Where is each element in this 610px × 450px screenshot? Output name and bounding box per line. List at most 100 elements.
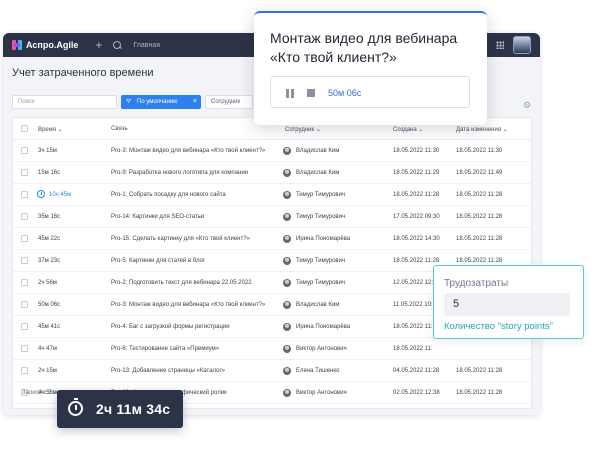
filter-chip-default[interactable]: ⛛ По умолчанию × (121, 95, 201, 109)
row-link[interactable]: Pro-14: Картинки для SEO-статьи (111, 214, 204, 220)
employee-avatar (283, 147, 291, 155)
column-time[interactable]: Время ⌄ (38, 126, 63, 133)
logo-text: Аспро.Agile (26, 40, 79, 50)
row-time: 45м 41с (38, 324, 61, 330)
select-all-checkbox[interactable] (21, 125, 28, 132)
row-link[interactable]: Pro-1: Собрать посадку для нового сайта (111, 192, 226, 198)
filter-chip-label: По умолчанию (137, 99, 178, 105)
column-changed[interactable]: Дата изменения ⌄ (456, 126, 508, 133)
row-checkbox[interactable] (21, 147, 28, 154)
row-created: 18.05.2022 11:28 (393, 192, 440, 198)
total-timer-badge: 2ч 11м 34с (57, 390, 183, 428)
search-icon[interactable] (113, 40, 122, 50)
row-time: 10ч 45м (49, 192, 72, 198)
table-row[interactable]: 35м 16с Pro-14: Картинки для SEO-статьи Ти… (13, 206, 531, 228)
row-created: 18.05.2022 11: (393, 346, 433, 352)
row-link[interactable]: Pro-4: Баг с загрузкой формы регистрации (111, 324, 230, 330)
task-timer-card: Монтаж видео для вебинара «Кто твой клие… (254, 11, 487, 125)
timer-icon[interactable] (37, 190, 45, 198)
row-created: 04.05.2022 11:28 (393, 368, 440, 374)
task-title: Монтаж видео для вебинара «Кто твой клие… (270, 30, 458, 65)
row-time: 3ч 15м (38, 148, 57, 154)
row-link[interactable]: Pro-3: Монтаж видео для вебинара «Кто тв… (111, 148, 265, 154)
row-link[interactable]: Pro-2: Подготовить текст для вебинара 22… (111, 280, 252, 286)
row-link[interactable]: Pro-15: Сделать картинку для «Кто твой к… (111, 236, 250, 242)
row-time: 4ч 47м (38, 346, 57, 352)
employee-avatar (283, 279, 291, 287)
row-link[interactable]: Pro-3: Монтаж видео для вебинара «Кто тв… (111, 302, 265, 308)
table-row[interactable]: 4ч 47м Pro-6: Тестирование сайта «Премиум… (13, 338, 531, 360)
table-row[interactable]: 3ч 15м Pro-3: Монтаж видео для вебинара «… (13, 140, 531, 162)
employee-avatar (283, 191, 291, 199)
row-employee: Тимур Тимурович (296, 192, 346, 198)
page-title: Учет затраченного времени (12, 67, 154, 79)
row-link[interactable]: Pro-6: Тестирование сайта «Премиум» (111, 346, 219, 352)
employee-avatar (283, 389, 291, 397)
filter-icon: ⛛ (126, 99, 132, 105)
row-employee: Владислав Ким (296, 148, 340, 154)
row-created: 17.05.2022 09:30 (393, 214, 440, 220)
row-employee: Владислав Ким (296, 302, 340, 308)
table-row[interactable]: 45м 22с Pro-15: Сделать картинку для «Кто… (13, 228, 531, 250)
row-checkbox[interactable] (21, 235, 28, 242)
table-row[interactable]: 15м 16с Pro-9: Разработка нового логотипа… (13, 162, 531, 184)
column-created[interactable]: Создана ⌄ (393, 126, 423, 133)
row-checkbox[interactable] (21, 301, 28, 308)
employee-avatar (283, 213, 291, 221)
employee-avatar (283, 235, 291, 243)
row-employee: Виктор Антонович (296, 390, 347, 396)
row-checkbox[interactable] (21, 213, 28, 220)
row-link[interactable]: Pro-13: Добавление страницы «Каталог» (111, 368, 225, 374)
row-checkbox[interactable] (21, 169, 28, 176)
pause-icon[interactable] (286, 89, 294, 98)
employee-avatar (283, 367, 291, 375)
row-checkbox[interactable] (21, 257, 28, 264)
timer-control: 50м 06с (270, 76, 470, 108)
row-employee: Ирина Пономарёва (296, 324, 351, 330)
points-label: Трудозатраты (444, 278, 509, 289)
row-changed: 18.05.2022 11:28 (456, 214, 503, 220)
table-row[interactable]: 2ч 15м Pro-13: Добавление страницы «Катал… (13, 360, 531, 382)
filter-employee[interactable]: Сотрудник (205, 95, 253, 109)
row-time: 15м 16с (38, 170, 61, 176)
row-created: 18.05.2022 11:30 (393, 148, 440, 154)
pagination-info: Записи с 1 по (22, 390, 60, 396)
timer-value: 50м 06с (328, 88, 362, 98)
row-changed: 18.05.2022 11:28 (456, 258, 503, 264)
total-timer-value: 2ч 11м 34с (96, 401, 171, 417)
row-employee: Тимур Тимурович (296, 280, 346, 286)
column-employee[interactable]: Сотрудник ⌄ (285, 126, 321, 133)
row-checkbox[interactable] (21, 191, 28, 198)
table-row[interactable]: 10ч 45м Pro-1: Собрать посадку для нового… (13, 184, 531, 206)
row-changed: 18.05.2022 11:28 (456, 368, 503, 374)
row-link[interactable]: Pro-5: Картинки для статей в блог (111, 258, 205, 264)
row-checkbox[interactable] (21, 323, 28, 330)
stop-icon[interactable] (307, 89, 315, 97)
row-created: 11.05.2022 10: (393, 302, 433, 308)
user-avatar[interactable] (513, 36, 531, 54)
row-checkbox[interactable] (21, 367, 28, 374)
row-employee: Тимур Тимурович (296, 258, 346, 264)
search-input[interactable]: Поиск (12, 95, 117, 109)
time-table: Время ⌄ Связь Сотрудник ⌄ Создана ⌄ Дата… (12, 117, 532, 409)
row-time: 45м 22с (38, 236, 61, 242)
employee-avatar (283, 169, 291, 177)
row-link[interactable]: Pro-9: Разработка нового логотипа для ко… (111, 170, 248, 176)
nav-home-link[interactable]: Главная (133, 42, 160, 49)
row-employee: Елена Тишенко (296, 368, 340, 374)
close-icon[interactable]: × (193, 95, 197, 109)
row-created: 18.05.2022 14:30 (393, 236, 440, 242)
row-changed: 18.05.2022 11:28 (456, 192, 503, 198)
employee-avatar (283, 301, 291, 309)
row-time: 2ч 15м (38, 368, 57, 374)
story-points-input[interactable]: 5 (444, 293, 570, 316)
row-time: 35м 16с (38, 214, 61, 220)
column-link[interactable]: Связь (111, 126, 128, 132)
gear-icon[interactable]: ⚙ (523, 100, 531, 111)
row-time: 2ч 56м (38, 280, 57, 286)
add-button[interactable]: + (95, 38, 102, 52)
logo-icon (12, 40, 22, 50)
apps-grid-icon[interactable] (496, 41, 504, 49)
row-checkbox[interactable] (21, 345, 28, 352)
row-checkbox[interactable] (21, 279, 28, 286)
